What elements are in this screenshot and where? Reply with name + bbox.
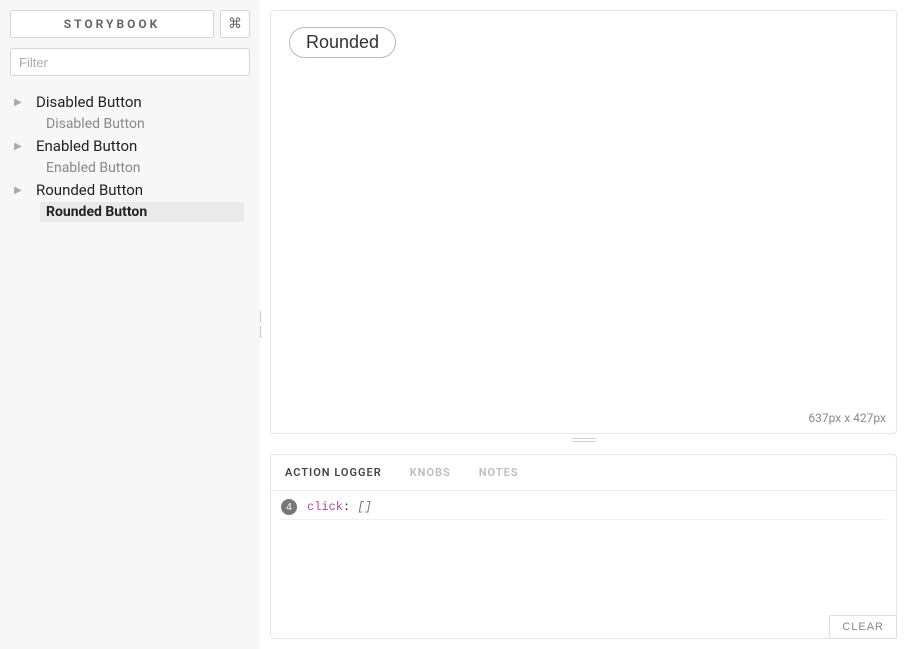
tab-notes[interactable]: NOTES	[479, 466, 519, 479]
command-icon: ⌘	[228, 16, 242, 32]
chevron-right-icon: ▶	[10, 97, 26, 108]
log-entry[interactable]: 4 click: []	[281, 499, 886, 520]
clear-button[interactable]: CLEAR	[829, 615, 897, 639]
log-payload: []	[357, 500, 371, 514]
tree-group-label: Disabled Button	[36, 93, 142, 111]
addons-tabs: ACTION LOGGER KNOBS NOTES	[271, 455, 896, 491]
tree-leaf-rounded-button[interactable]: Rounded Button	[40, 202, 244, 222]
tab-knobs[interactable]: KNOBS	[410, 466, 451, 479]
tree-group-rounded-button[interactable]: ▶ Rounded Button	[10, 178, 250, 202]
main-area: Rounded 637px x 427px ACTION LOGGER KNOB…	[260, 0, 907, 649]
log-count-badge: 4	[281, 499, 297, 515]
panel-resize-handle[interactable]	[572, 438, 596, 444]
preview-dimensions: 637px x 427px	[808, 411, 886, 425]
tab-action-logger[interactable]: ACTION LOGGER	[285, 466, 382, 479]
tree-group-label: Enabled Button	[36, 137, 137, 155]
shortcuts-button[interactable]: ⌘	[220, 10, 250, 38]
preview-panel: Rounded 637px x 427px	[270, 10, 897, 434]
chevron-right-icon: ▶	[10, 141, 26, 152]
action-log: 4 click: []	[271, 491, 896, 638]
tree-group-label: Rounded Button	[36, 181, 143, 199]
tree-leaf-disabled-button[interactable]: Disabled Button	[40, 114, 250, 134]
sidebar-header: STORYBOOK ⌘	[10, 10, 250, 38]
storybook-title-button[interactable]: STORYBOOK	[10, 10, 214, 38]
addons-panel: ACTION LOGGER KNOBS NOTES 4 click: [] CL…	[270, 454, 897, 639]
sidebar: STORYBOOK ⌘ ▶ Disabled Button Disabled B…	[0, 0, 260, 649]
stories-tree: ▶ Disabled Button Disabled Button ▶ Enab…	[10, 90, 250, 222]
chevron-right-icon: ▶	[10, 185, 26, 196]
tree-leaf-enabled-button[interactable]: Enabled Button	[40, 158, 250, 178]
tree-group-disabled-button[interactable]: ▶ Disabled Button	[10, 90, 250, 114]
filter-input[interactable]	[10, 48, 250, 76]
rounded-demo-button[interactable]: Rounded	[289, 27, 396, 58]
log-colon: :	[343, 500, 350, 514]
sidebar-resize-handle[interactable]	[258, 310, 262, 340]
log-event-name: click	[307, 500, 343, 514]
tree-group-enabled-button[interactable]: ▶ Enabled Button	[10, 134, 250, 158]
